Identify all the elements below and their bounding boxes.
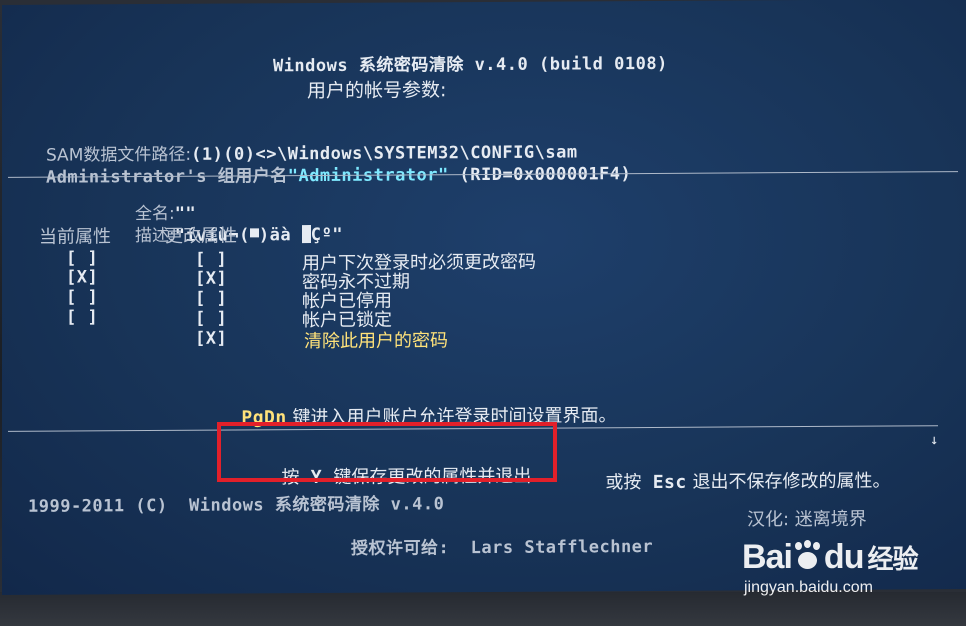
block-glyph [249, 228, 259, 238]
current-flag-disabled: [ ] [66, 287, 99, 308]
change-flag-never-expires[interactable]: [X] [195, 269, 227, 289]
attr-account-locked: 帐户已锁定 [302, 309, 392, 332]
attr-must-change-password: 用户下次登录时必须更改密码 [302, 251, 536, 275]
change-flag-clear-password[interactable]: [X] [195, 329, 227, 349]
current-flag-locked: [ ] [66, 307, 99, 328]
console-screen: Windows 系统密码清除 v.4.0 (build 0108) 用户的帐号参… [2, 0, 966, 595]
watermark-brand: Bai [742, 538, 793, 576]
baidu-watermark: Bai du 经验 jingyan.baidu.com [742, 538, 918, 597]
scroll-down-arrow: ↓ [930, 432, 939, 449]
esc-text: 退出不保存修改的属性。 [692, 470, 891, 493]
program-title: Windows 系统密码清除 v.4.0 (build 0108) [272, 53, 668, 77]
watermark-brand-2: du [823, 538, 865, 576]
change-flag-must-change[interactable]: [ ] [195, 250, 227, 270]
annotation-highlight-box [217, 422, 557, 482]
attr-clear-password: 清除此用户的密码 [304, 330, 448, 353]
change-attributes-header: 更改属性 [165, 225, 237, 247]
watermark-url: jingyan.baidu.com [744, 579, 873, 596]
monitor-edge [0, 592, 966, 626]
copyright-line: 1999-2011 (C) Windows 系统密码清除 v.4.0 [28, 494, 445, 517]
escape-instruction: 或按 Esc 退出不保存修改的属性。 [605, 470, 891, 494]
current-flag-must-change: [ ] [66, 248, 99, 269]
current-attributes-header: 当前属性 [39, 226, 111, 248]
paw-icon [792, 540, 824, 572]
change-flag-disabled[interactable]: [ ] [195, 289, 227, 309]
text-cursor [301, 225, 311, 244]
esc-key[interactable]: Esc [653, 472, 687, 493]
current-flag-never-expires: [X] [66, 267, 99, 288]
translation-credit: 汉化: 迷离境界 [747, 508, 867, 531]
watermark-suffix: 经验 [867, 545, 918, 575]
section-subtitle: 用户的帐号参数: [307, 79, 447, 103]
license-line: 授权许可给: Lars Stafflechner [350, 536, 654, 559]
change-flag-locked[interactable]: [ ] [195, 309, 227, 329]
